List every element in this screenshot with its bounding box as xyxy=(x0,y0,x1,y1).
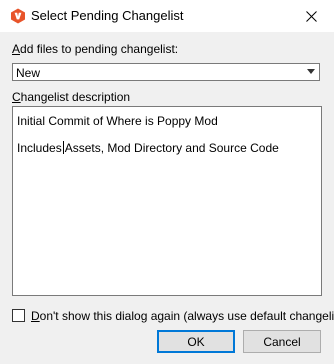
text-caret xyxy=(62,141,64,154)
changelist-description-label: Changelist description xyxy=(12,90,131,104)
chevron-down-icon xyxy=(307,69,315,74)
changelist-description-textarea[interactable]: Initial Commit of Where is Poppy Mod Inc… xyxy=(12,106,322,296)
description-line-1: Initial Commit of Where is Poppy Mod xyxy=(17,114,218,128)
cancel-button[interactable]: Cancel xyxy=(243,330,321,353)
app-v-icon xyxy=(11,8,25,24)
add-files-label: Add files to pending changelist: xyxy=(12,42,179,56)
ok-button[interactable]: OK xyxy=(157,330,235,353)
changelist-select[interactable]: New xyxy=(12,63,320,81)
dont-show-again-label[interactable]: Don't show this dialog again (always use… xyxy=(31,309,334,323)
description-line-2: Includes Assets, Mod Directory and Source… xyxy=(17,141,279,155)
title-bar: Select Pending Changelist xyxy=(0,0,334,32)
dont-show-again-checkbox[interactable] xyxy=(12,309,25,322)
close-icon xyxy=(305,10,317,22)
changelist-select-value: New xyxy=(16,66,41,80)
window-title: Select Pending Changelist xyxy=(31,8,184,23)
close-button[interactable] xyxy=(288,0,334,32)
